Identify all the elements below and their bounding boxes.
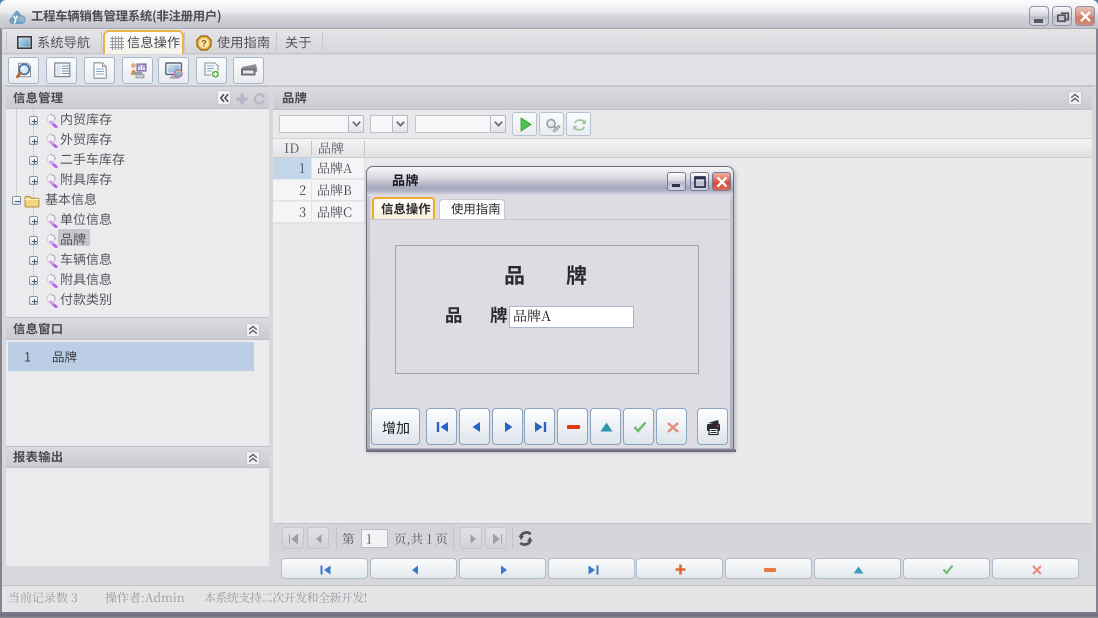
svg-text:?: ?	[201, 39, 207, 49]
